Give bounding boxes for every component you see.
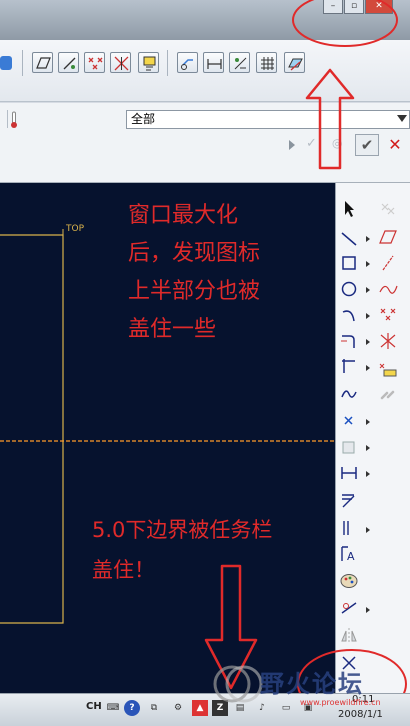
watermark-url: www.proewildfire.cn [300, 698, 381, 707]
app-tray-icon[interactable]: ▲ [192, 700, 208, 716]
window-switch-icon[interactable]: ⧉ [146, 700, 162, 716]
clock-date[interactable]: 2008/1/1 [338, 709, 383, 720]
keyboard-icon[interactable]: ⌨ [105, 700, 121, 716]
settings-icon[interactable]: ⚙ [170, 700, 186, 716]
watermark-brand: 野火论坛 [260, 670, 364, 698]
highlight-ellipse-top [292, 0, 398, 47]
language-indicator[interactable]: CH [86, 701, 102, 712]
annotation-overlay [204, 0, 407, 719]
help-icon[interactable]: ? [124, 700, 140, 716]
arrow-up-icon [305, 68, 355, 170]
display-icon[interactable]: ▭ [278, 700, 294, 716]
